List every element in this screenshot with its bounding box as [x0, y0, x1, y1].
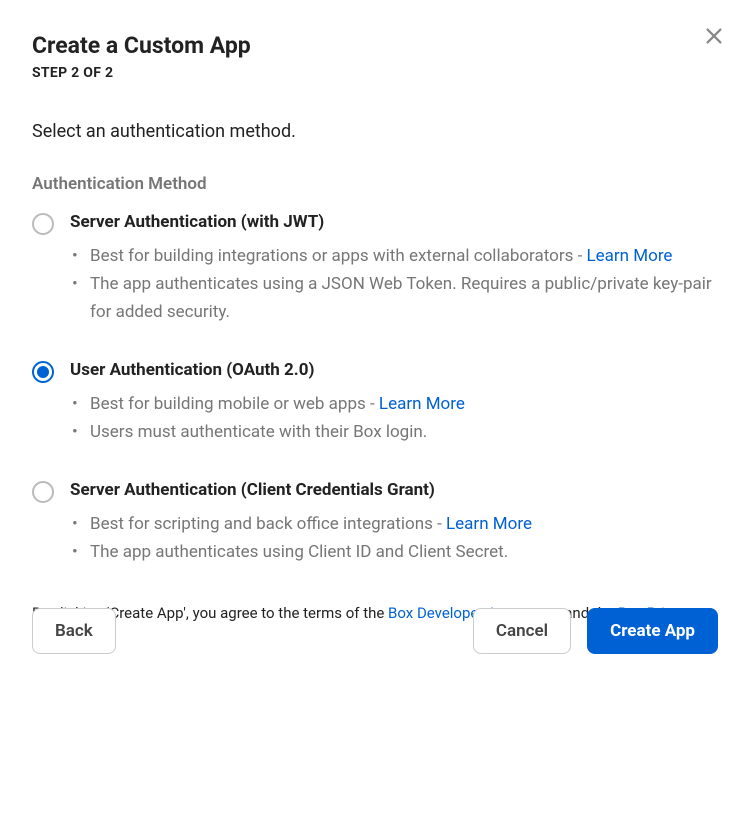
- step-indicator: STEP 2 OF 2: [32, 65, 718, 81]
- radio-client-credentials[interactable]: [32, 481, 54, 503]
- create-app-button[interactable]: Create App: [587, 608, 718, 654]
- list-item: The app authenticates using Client ID an…: [72, 538, 718, 566]
- prompt-text: Select an authentication method.: [32, 121, 718, 142]
- bullet-text: Users must authenticate with their Box l…: [90, 422, 427, 442]
- list-item: Best for building integrations or apps w…: [72, 242, 718, 270]
- footer-right: Cancel Create App: [473, 608, 718, 654]
- auth-option-jwt-content: Server Authentication (with JWT) Best fo…: [70, 212, 718, 326]
- bullet-text: Best for scripting and back office integ…: [90, 514, 446, 534]
- learn-more-link[interactable]: Learn More: [446, 514, 532, 534]
- auth-option-jwt-list: Best for building integrations or apps w…: [70, 242, 718, 326]
- list-item: Best for building mobile or web apps - L…: [72, 390, 718, 418]
- bullet-text: The app authenticates using Client ID an…: [90, 542, 508, 562]
- modal-footer: Back Cancel Create App: [32, 608, 718, 654]
- auth-option-jwt-title[interactable]: Server Authentication (with JWT): [70, 212, 718, 232]
- auth-option-oauth-list: Best for building mobile or web apps - L…: [70, 390, 718, 446]
- auth-option-oauth-content: User Authentication (OAuth 2.0) Best for…: [70, 360, 718, 446]
- list-item: Users must authenticate with their Box l…: [72, 418, 718, 446]
- auth-option-client-credentials-title[interactable]: Server Authentication (Client Credential…: [70, 480, 718, 500]
- bullet-text: Best for building mobile or web apps -: [90, 394, 379, 414]
- create-app-modal: Create a Custom App STEP 2 OF 2 Select a…: [0, 0, 750, 686]
- auth-option-oauth: User Authentication (OAuth 2.0) Best for…: [32, 360, 718, 446]
- radio-oauth[interactable]: [32, 361, 54, 383]
- learn-more-link[interactable]: Learn More: [379, 394, 465, 414]
- auth-option-jwt: Server Authentication (with JWT) Best fo…: [32, 212, 718, 326]
- section-label: Authentication Method: [32, 174, 718, 194]
- bullet-text: The app authenticates using a JSON Web T…: [90, 274, 712, 322]
- close-button[interactable]: [702, 24, 726, 48]
- learn-more-link[interactable]: Learn More: [587, 246, 673, 266]
- cancel-button[interactable]: Cancel: [473, 608, 571, 654]
- auth-option-client-credentials: Server Authentication (Client Credential…: [32, 480, 718, 566]
- modal-title: Create a Custom App: [32, 32, 718, 59]
- bullet-text: Best for building integrations or apps w…: [90, 246, 587, 266]
- list-item: Best for scripting and back office integ…: [72, 510, 718, 538]
- auth-option-oauth-title[interactable]: User Authentication (OAuth 2.0): [70, 360, 718, 380]
- radio-jwt[interactable]: [32, 213, 54, 235]
- list-item: The app authenticates using a JSON Web T…: [72, 270, 718, 326]
- back-button[interactable]: Back: [32, 608, 116, 654]
- auth-option-client-credentials-list: Best for scripting and back office integ…: [70, 510, 718, 566]
- auth-option-client-credentials-content: Server Authentication (Client Credential…: [70, 480, 718, 566]
- close-icon: [703, 25, 725, 47]
